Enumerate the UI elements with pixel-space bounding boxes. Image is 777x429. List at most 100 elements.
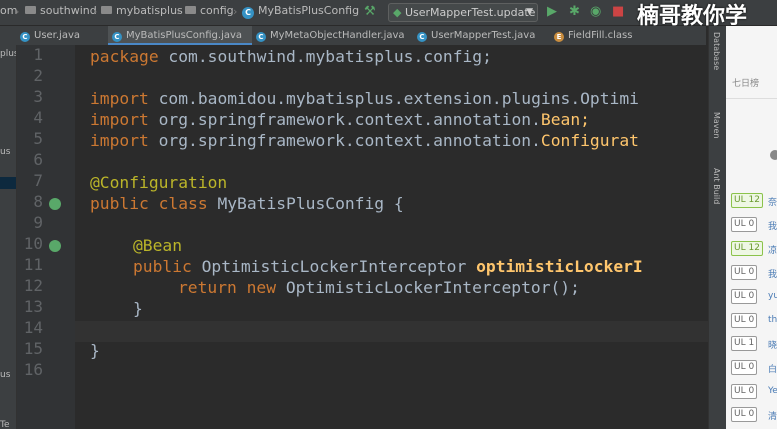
annotation: @Configuration bbox=[90, 173, 228, 192]
test-icon: ◆ bbox=[393, 6, 402, 19]
code-text: OptimisticLockerInterceptor bbox=[191, 257, 477, 276]
breadcrumb-label: southwind bbox=[40, 4, 97, 17]
user-name[interactable]: 晓 bbox=[768, 338, 777, 351]
run-configuration-select[interactable]: ◆ UserMapperTest.update ▼ bbox=[388, 3, 538, 22]
keyword: import bbox=[90, 110, 149, 129]
breadcrumb-label: mybatisplus bbox=[116, 4, 183, 17]
project-tree-item[interactable]: us bbox=[0, 370, 10, 380]
code-text: org.springframework.context.annotation. bbox=[148, 131, 541, 150]
line-number: 9 bbox=[33, 213, 43, 232]
editor-tabs: C User.java C MyBatisPlusConfig.java C MyMe… bbox=[16, 26, 706, 46]
tool-database[interactable]: Database bbox=[712, 32, 721, 70]
level-badge: UL 0 bbox=[731, 289, 758, 304]
line-number: 15 bbox=[23, 339, 43, 358]
line-number: 13 bbox=[23, 297, 43, 316]
tab-fieldfill-class[interactable]: E FieldFill.class bbox=[554, 26, 654, 45]
user-name[interactable]: 奈 bbox=[768, 195, 777, 208]
class-icon: C bbox=[242, 7, 254, 19]
code-highlight: Configurat bbox=[540, 131, 639, 150]
keyword: public class bbox=[90, 194, 208, 213]
line-number: 11 bbox=[23, 255, 43, 274]
project-tree-item[interactable]: us bbox=[0, 147, 10, 157]
folder-icon bbox=[25, 6, 36, 14]
tab-label: FieldFill.class bbox=[568, 30, 633, 41]
tab-mymetaobjecthandler-java[interactable]: C MyMetaObjectHandler.java bbox=[256, 26, 416, 45]
tab-mybatisplusconfig-java[interactable]: C MyBatisPlusConfig.java bbox=[108, 26, 252, 45]
code-line-7: @Configuration bbox=[90, 172, 227, 193]
line-number: 3 bbox=[33, 87, 43, 106]
tool-ant-build[interactable]: Ant Build bbox=[712, 168, 721, 204]
user-name[interactable]: 我 bbox=[768, 219, 777, 232]
spring-bean-icon[interactable] bbox=[49, 240, 61, 252]
tab-user-java[interactable]: C User.java bbox=[20, 26, 100, 45]
code-text: org.springframework.context.annotation. bbox=[148, 110, 541, 129]
stop-icon[interactable]: ■ bbox=[612, 3, 624, 20]
method-name: optimisticLockerI bbox=[476, 257, 643, 276]
user-name[interactable]: 我 bbox=[768, 267, 777, 280]
code-line-12: return new OptimisticLockerInterceptor()… bbox=[178, 277, 580, 298]
coverage-icon[interactable]: ◉ bbox=[590, 3, 601, 20]
code-text: } bbox=[90, 341, 100, 360]
line-number: 2 bbox=[33, 66, 43, 85]
tab-label: UserMapperTest.java bbox=[431, 30, 536, 41]
user-name[interactable]: yu bbox=[768, 291, 777, 301]
right-tool-bar: Database Maven Ant Build bbox=[708, 26, 727, 429]
user-name[interactable]: Ye bbox=[768, 386, 777, 396]
code-highlight: Bean; bbox=[540, 110, 590, 129]
tool-maven[interactable]: Maven bbox=[712, 112, 721, 139]
avatar[interactable] bbox=[770, 150, 777, 160]
level-badge: UL 12 bbox=[731, 241, 763, 256]
line-number: 14 bbox=[23, 318, 43, 337]
code-line-4: import org.springframework.context.annot… bbox=[90, 109, 590, 130]
user-name[interactable]: 清 bbox=[768, 409, 777, 422]
keyword: import bbox=[90, 131, 149, 150]
class-icon: C bbox=[20, 32, 30, 42]
build-hammer-icon[interactable]: ⚒ bbox=[364, 3, 376, 20]
tab-usermappertest-java[interactable]: C UserMapperTest.java bbox=[417, 26, 547, 45]
current-line-highlight bbox=[75, 321, 708, 342]
user-name[interactable]: th bbox=[768, 315, 777, 325]
code-text: } bbox=[133, 299, 143, 318]
keyword: public bbox=[133, 257, 192, 276]
user-name[interactable]: 凉 bbox=[768, 243, 777, 256]
code-text: OptimisticLockerInterceptor(); bbox=[276, 278, 580, 297]
breadcrumb-separator: › bbox=[93, 5, 98, 18]
level-badge: UL 0 bbox=[731, 313, 758, 328]
debug-icon[interactable]: ✱ bbox=[569, 3, 580, 20]
line-number: 1 bbox=[33, 45, 43, 64]
tab-label: User.java bbox=[34, 30, 81, 41]
breadcrumb-label: MyBatisPlusConfig bbox=[258, 4, 360, 17]
level-badge: UL 12 bbox=[731, 193, 763, 208]
user-name[interactable]: 白 bbox=[768, 362, 777, 375]
line-number: 5 bbox=[33, 129, 43, 148]
folder-icon bbox=[185, 6, 196, 14]
project-tree-item[interactable]: Te bbox=[0, 420, 10, 429]
code-line-13: } bbox=[133, 298, 143, 319]
level-badge: UL 0 bbox=[731, 384, 758, 399]
breadcrumb-config[interactable]: config bbox=[185, 4, 234, 17]
code-line-5: import org.springframework.context.annot… bbox=[90, 130, 639, 151]
project-panel: plus us us Te bbox=[0, 26, 17, 429]
code-line-3: import com.baomidou.mybatisplus.extensio… bbox=[90, 88, 639, 109]
code-editor[interactable]: package com.southwind.mybatisplus.config… bbox=[75, 45, 708, 429]
level-badge: UL 0 bbox=[731, 360, 758, 375]
line-number: 6 bbox=[33, 150, 43, 169]
breadcrumb-mybatisplus[interactable]: mybatisplus bbox=[101, 4, 183, 17]
code-text: MyBatisPlusConfig { bbox=[207, 194, 404, 213]
spring-bean-icon[interactable] bbox=[49, 198, 61, 210]
project-tree-item[interactable]: plus bbox=[0, 49, 16, 59]
line-number: 12 bbox=[23, 276, 43, 295]
breadcrumb-southwind[interactable]: southwind bbox=[25, 4, 97, 17]
project-tree-selected-row[interactable] bbox=[0, 177, 16, 189]
level-badge: UL 0 bbox=[731, 265, 758, 280]
level-badge: UL 1 bbox=[731, 336, 758, 351]
ranking-header[interactable]: 七日榜 bbox=[732, 76, 759, 89]
breadcrumb-separator: › bbox=[176, 5, 181, 18]
breadcrumb-class[interactable]: C MyBatisPlusConfig bbox=[242, 4, 359, 19]
run-icon[interactable]: ▶ bbox=[547, 3, 557, 20]
breadcrumb-separator: › bbox=[15, 5, 20, 18]
code-line-10: @Bean bbox=[133, 235, 182, 256]
enum-icon: E bbox=[554, 32, 564, 42]
class-icon: C bbox=[417, 32, 427, 42]
line-number: 7 bbox=[33, 171, 43, 190]
